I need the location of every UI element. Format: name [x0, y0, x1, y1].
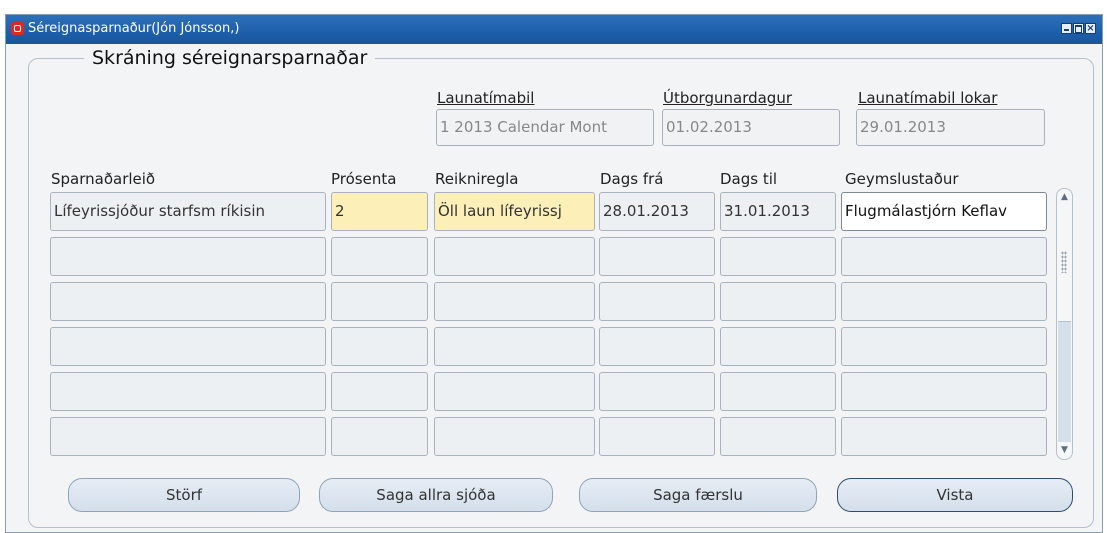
- column-header-savings-route: Sparnaðarleið: [51, 170, 156, 188]
- rule-cell[interactable]: [434, 237, 595, 276]
- title-bar[interactable]: Séreignasparnaður(Jón Jónsson,) ×: [6, 15, 1102, 44]
- maximize-icon[interactable]: [1073, 23, 1084, 34]
- scroll-grip-icon[interactable]: [1061, 251, 1067, 273]
- percent-cell[interactable]: [331, 327, 428, 366]
- savings-route-cell[interactable]: [50, 417, 326, 456]
- period-close-label: Launatímabil lokar: [858, 89, 998, 107]
- date-from-cell[interactable]: [599, 282, 715, 321]
- storage-cell[interactable]: [841, 237, 1047, 276]
- date-to-cell[interactable]: [720, 372, 836, 411]
- window-controls: ×: [1061, 23, 1096, 34]
- savings-route-cell[interactable]: Lífeyrissjóður starfsm ríkisin: [50, 192, 326, 231]
- storage-cell[interactable]: Flugmálastjórn Keflav: [841, 192, 1047, 231]
- period-close-field[interactable]: 29.01.2013: [856, 109, 1045, 146]
- savings-route-cell[interactable]: [50, 372, 326, 411]
- rule-cell[interactable]: Öll laun lífeyrissj: [434, 192, 595, 231]
- percent-cell[interactable]: [331, 372, 428, 411]
- date-from-cell[interactable]: [599, 372, 715, 411]
- savings-route-cell[interactable]: [50, 327, 326, 366]
- storage-cell[interactable]: [841, 372, 1047, 411]
- rule-cell[interactable]: [434, 372, 595, 411]
- date-from-cell[interactable]: 28.01.2013: [599, 192, 715, 231]
- date-from-cell[interactable]: [599, 417, 715, 456]
- rule-cell[interactable]: [434, 417, 595, 456]
- column-header-date-to: Dags til: [720, 170, 778, 188]
- date-to-cell[interactable]: [720, 417, 836, 456]
- transaction-history-button[interactable]: Saga færslu: [579, 478, 817, 512]
- date-to-cell[interactable]: [720, 327, 836, 366]
- percent-cell[interactable]: [331, 282, 428, 321]
- close-icon[interactable]: ×: [1085, 23, 1096, 34]
- storage-cell[interactable]: [841, 417, 1047, 456]
- storf-button[interactable]: Störf: [68, 478, 300, 512]
- pay-period-field[interactable]: 1 2013 Calendar Mont: [436, 109, 654, 146]
- date-to-cell[interactable]: [720, 237, 836, 276]
- storage-cell[interactable]: [841, 327, 1047, 366]
- rule-cell[interactable]: [434, 282, 595, 321]
- storage-cell[interactable]: [841, 282, 1047, 321]
- date-from-cell[interactable]: [599, 237, 715, 276]
- scroll-down-icon[interactable]: ▼: [1059, 445, 1070, 456]
- scroll-thumb[interactable]: [1058, 321, 1071, 442]
- column-header-date-from: Dags frá: [600, 170, 664, 188]
- column-header-rule: Reikniregla: [435, 170, 519, 188]
- payment-date-field[interactable]: 01.02.2013: [662, 109, 840, 146]
- oracle-app-icon: [11, 22, 24, 35]
- save-button[interactable]: Vista: [837, 478, 1073, 512]
- percent-cell[interactable]: [331, 237, 428, 276]
- savings-route-cell[interactable]: [50, 237, 326, 276]
- table-scrollbar[interactable]: ▲ ▼: [1056, 188, 1073, 460]
- savings-route-cell[interactable]: [50, 282, 326, 321]
- rule-cell[interactable]: [434, 327, 595, 366]
- column-header-percent: Prósenta: [331, 170, 397, 188]
- window-title: Séreignasparnaður(Jón Jónsson,): [28, 21, 240, 36]
- date-to-cell[interactable]: 31.01.2013: [720, 192, 836, 231]
- scroll-up-icon[interactable]: ▲: [1059, 192, 1070, 203]
- fund-history-button[interactable]: Saga allra sjóða: [319, 478, 553, 512]
- pay-period-label: Launatímabil: [437, 89, 535, 107]
- percent-cell[interactable]: [331, 417, 428, 456]
- date-from-cell[interactable]: [599, 327, 715, 366]
- date-to-cell[interactable]: [720, 282, 836, 321]
- payment-date-label: Útborgunardagur: [663, 89, 793, 107]
- column-header-storage: Geymslustaður: [845, 170, 959, 188]
- percent-cell[interactable]: 2: [331, 192, 428, 231]
- group-title: Skráning séreignarsparnaðar: [84, 47, 376, 69]
- minimize-icon[interactable]: [1061, 23, 1072, 34]
